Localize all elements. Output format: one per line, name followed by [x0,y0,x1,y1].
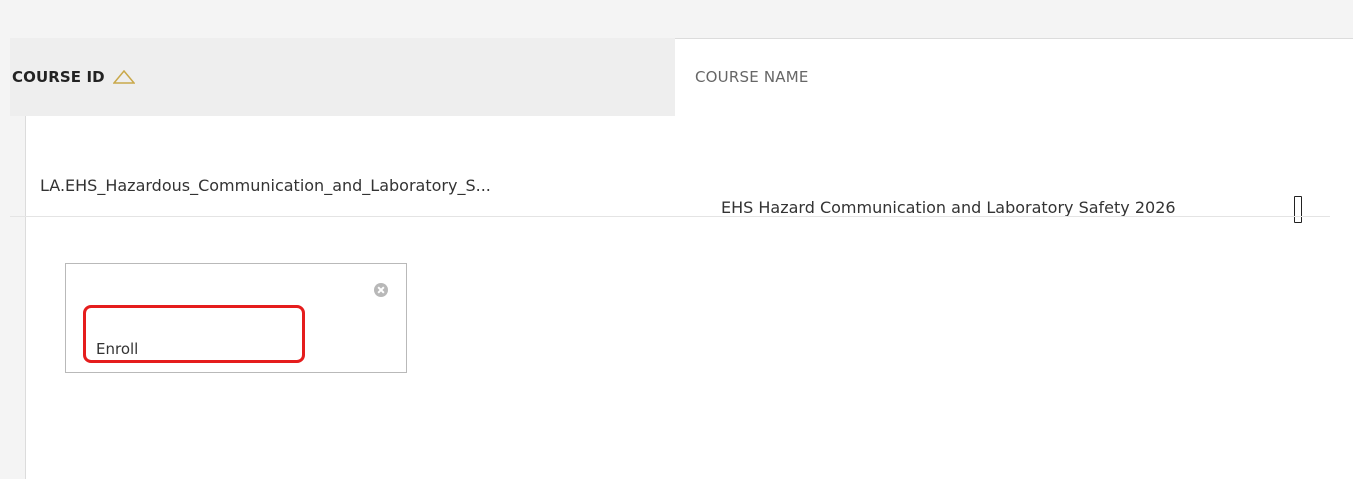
text-cursor-icon [1294,196,1302,223]
column-header-course-name[interactable]: COURSE NAME [695,38,809,116]
enroll-link[interactable]: Enroll [96,340,138,358]
column-header-course-id[interactable]: COURSE ID [10,38,675,116]
close-icon[interactable] [374,283,388,297]
course-name-cell[interactable]: EHS Hazard Communication and Laboratory … [721,198,1176,217]
sort-triangle-icon[interactable] [112,70,135,84]
course-action-popup: Enroll [65,263,407,373]
column-header-label: COURSE ID [12,68,105,86]
table-header: COURSE ID COURSE NAME [10,38,1330,116]
row-divider [10,216,1330,217]
course-id-cell[interactable]: LA.EHS_Hazardous_Communication_and_Labor… [40,176,491,195]
